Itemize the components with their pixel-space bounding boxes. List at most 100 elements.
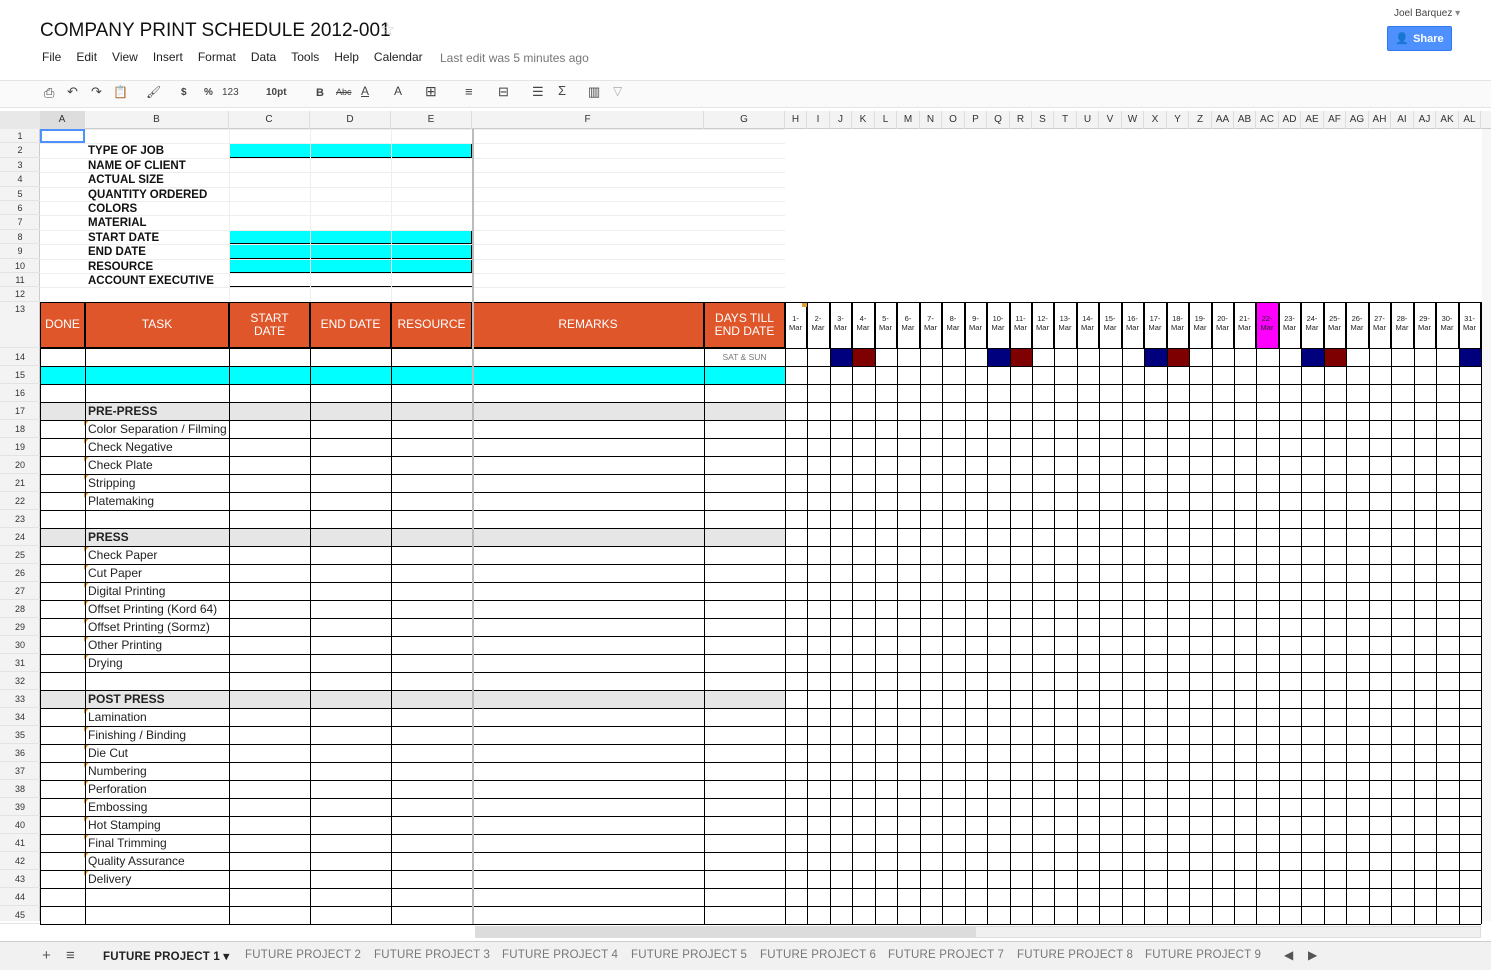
vertical-scrollbar[interactable] [1482,129,1491,921]
column-header-U[interactable]: U [1077,111,1099,129]
column-header-M[interactable]: M [897,111,920,129]
last-edit-status[interactable]: Last edit was 5 minutes ago [440,51,589,65]
task-cell[interactable]: Delivery [88,870,229,888]
currency-format-button[interactable]: $ [181,87,187,98]
menu-format[interactable]: Format [198,50,236,66]
star-icon[interactable]: ☆ [380,20,395,40]
user-account[interactable]: Joel Barquez ▾ [1394,8,1460,19]
row-number-44[interactable]: 44 [0,888,40,906]
menu-edit[interactable]: Edit [76,50,97,66]
row-number-21[interactable]: 21 [0,474,40,492]
row-number-40[interactable]: 40 [0,816,40,834]
task-cell[interactable]: Offset Printing (Kord 64) [88,600,229,618]
fill-color-button[interactable]: A [394,84,402,98]
column-header-AK[interactable]: AK [1436,111,1459,129]
column-header-B[interactable]: B [85,111,229,129]
row-number-24[interactable]: 24 [0,528,40,546]
row-number-3[interactable]: 3 [0,158,40,173]
row-number-23[interactable]: 23 [0,510,40,528]
column-header-AF[interactable]: AF [1324,111,1346,129]
row-number-42[interactable]: 42 [0,852,40,870]
menu-insert[interactable]: Insert [153,50,183,66]
wrap-text-icon[interactable]: ☰ [532,84,544,100]
row-number-39[interactable]: 39 [0,798,40,816]
task-cell[interactable]: Hot Stamping [88,816,229,834]
row-number-13[interactable]: 13 [0,302,40,348]
column-header-S[interactable]: S [1032,111,1054,129]
column-header-A[interactable]: A [40,111,85,129]
sheet-tab-2[interactable]: FUTURE PROJECT 2 [245,949,361,961]
column-header-L[interactable]: L [875,111,897,129]
task-cell[interactable]: Die Cut [88,744,229,762]
row-number-15[interactable]: 15 [0,366,40,384]
row-number-19[interactable]: 19 [0,438,40,456]
row-number-9[interactable]: 9 [0,244,40,259]
sheet-list-icon[interactable]: ≡ [66,947,75,964]
info-input-cell[interactable] [229,143,472,158]
document-title[interactable]: COMPANY PRINT SCHEDULE 2012-001 [40,20,391,42]
column-header-V[interactable]: V [1099,111,1122,129]
sheet-tab-8[interactable]: FUTURE PROJECT 8 [1017,949,1133,961]
column-header-AC[interactable]: AC [1256,111,1279,129]
info-input-cell[interactable] [229,244,472,259]
menu-file[interactable]: File [42,50,61,66]
column-header-AA[interactable]: AA [1212,111,1234,129]
font-size-select[interactable]: 10pt [266,87,287,98]
task-cell[interactable]: Check Negative [88,438,229,456]
sheet-tab-4[interactable]: FUTURE PROJECT 4 [502,949,618,961]
row-number-27[interactable]: 27 [0,582,40,600]
task-cell[interactable]: Check Plate [88,456,229,474]
row-number-41[interactable]: 41 [0,834,40,852]
functions-button[interactable]: Σ [558,83,566,98]
row-number-45[interactable]: 45 [0,906,40,924]
row-number-38[interactable]: 38 [0,780,40,798]
sheet-tab-5[interactable]: FUTURE PROJECT 5 [631,949,747,961]
redo-icon[interactable]: ↷ [91,84,102,100]
paint-format-icon[interactable]: 🖌 [146,85,161,99]
task-cell[interactable]: Color Separation / Filming [88,420,229,438]
task-cell[interactable]: Embossing [88,798,229,816]
menu-calendar[interactable]: Calendar [374,50,423,66]
row-number-10[interactable]: 10 [0,259,40,273]
number-format-select[interactable]: 123 [222,87,239,98]
row-number-5[interactable]: 5 [0,187,40,201]
column-header-N[interactable]: N [920,111,942,129]
row-number-16[interactable]: 16 [0,384,40,402]
task-cell[interactable]: Numbering [88,762,229,780]
share-button[interactable]: 👤 Share [1387,26,1452,51]
task-cell[interactable]: Other Printing [88,636,229,654]
menu-help[interactable]: Help [334,50,359,66]
column-header-E[interactable]: E [391,111,472,129]
info-input-cell[interactable] [229,258,472,273]
strikethrough-button[interactable]: Abc [336,87,352,97]
sheet-tab-9[interactable]: FUTURE PROJECT 9 [1145,949,1261,961]
row-number-11[interactable]: 11 [0,273,40,288]
menu-data[interactable]: Data [251,50,276,66]
task-cell[interactable]: Lamination [88,708,229,726]
row-number-8[interactable]: 8 [0,230,40,245]
sheet-tab-1[interactable]: FUTURE PROJECT 1 ▾ [103,949,229,963]
column-header-AJ[interactable]: AJ [1414,111,1436,129]
task-cell[interactable]: Quality Assurance [88,852,229,870]
column-header-K[interactable]: K [852,111,875,129]
row-number-4[interactable]: 4 [0,172,40,187]
row-number-25[interactable]: 25 [0,546,40,564]
row-number-1[interactable]: 1 [0,129,40,144]
task-cell[interactable]: Digital Printing [88,582,229,600]
task-cell[interactable]: Final Trimming [88,834,229,852]
row-number-7[interactable]: 7 [0,215,40,230]
scroll-tabs-right-icon[interactable]: ▶ [1308,948,1317,962]
text-color-button[interactable]: A [361,84,369,98]
sheet-tab-6[interactable]: FUTURE PROJECT 6 [760,949,876,961]
column-header-I[interactable]: I [807,111,830,129]
row-number-20[interactable]: 20 [0,456,40,474]
column-header-H[interactable]: H [785,111,807,129]
menu-tools[interactable]: Tools [291,50,319,66]
column-header-AH[interactable]: AH [1369,111,1391,129]
scroll-tabs-left-icon[interactable]: ◀ [1284,948,1293,962]
row-number-18[interactable]: 18 [0,420,40,438]
column-header-T[interactable]: T [1054,111,1077,129]
task-cell[interactable]: Stripping [88,474,229,492]
task-cell[interactable]: Finishing / Binding [88,726,229,744]
borders-icon[interactable]: ⊞ [425,83,437,100]
